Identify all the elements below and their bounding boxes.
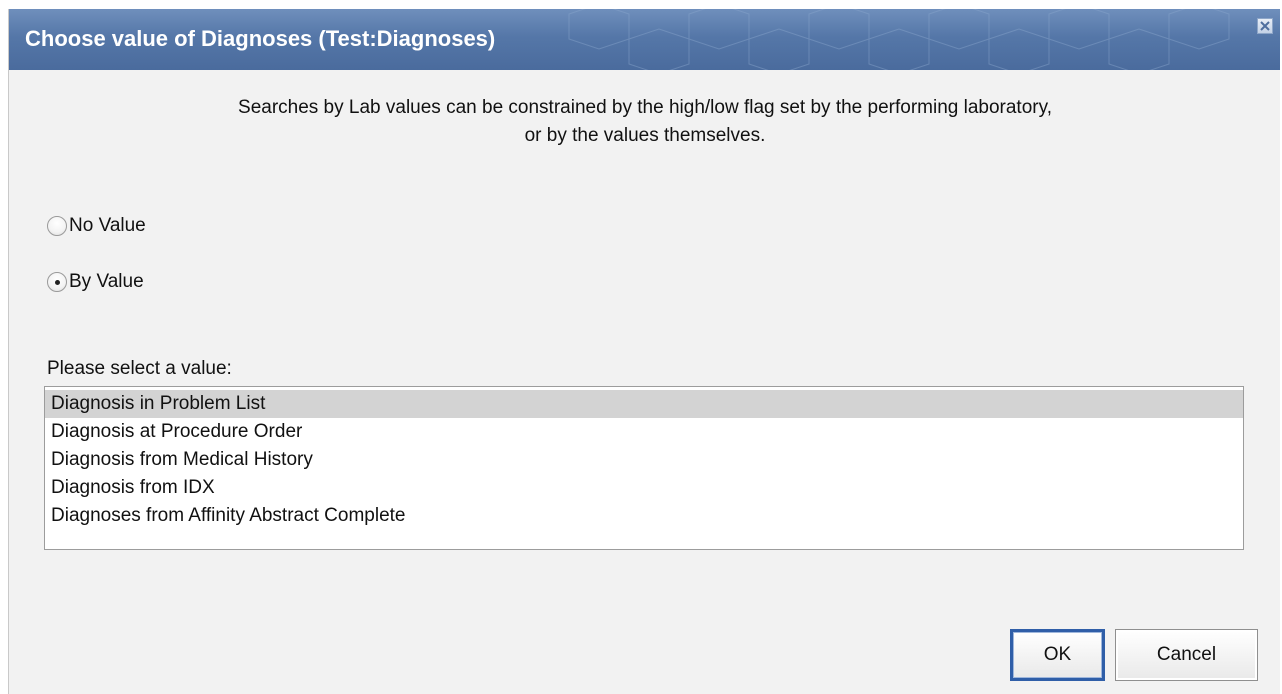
by-value-label: By Value [69, 271, 144, 292]
no-value-option[interactable]: No Value [47, 215, 146, 237]
select-value-label: Please select a value: [47, 358, 232, 379]
by-value-radio[interactable] [47, 272, 67, 292]
list-item[interactable]: Diagnosis at Procedure Order [45, 418, 1243, 446]
value-listbox[interactable]: Diagnosis in Problem List Diagnosis at P… [44, 386, 1244, 550]
by-value-option[interactable]: By Value [47, 271, 144, 293]
dialog-description: Searches by Lab values can be constraine… [9, 94, 1280, 150]
description-line-1: Searches by Lab values can be constraine… [238, 97, 1052, 118]
list-item[interactable]: Diagnoses from Affinity Abstract Complet… [45, 502, 1243, 530]
cancel-button[interactable]: Cancel [1115, 629, 1258, 681]
no-value-radio[interactable] [47, 216, 67, 236]
list-item[interactable]: Diagnosis in Problem List [45, 390, 1243, 418]
close-icon [1260, 21, 1270, 31]
dialog-titlebar[interactable]: Choose value of Diagnoses (Test:Diagnose… [9, 9, 1280, 70]
list-item[interactable]: Diagnosis from Medical History [45, 446, 1243, 474]
radio-selected-dot [55, 280, 60, 285]
list-item[interactable]: Diagnosis from IDX [45, 474, 1243, 502]
no-value-label: No Value [69, 215, 146, 236]
description-line-2: or by the values themselves. [524, 125, 766, 146]
close-button[interactable] [1257, 18, 1273, 34]
choose-value-dialog: Choose value of Diagnoses (Test:Diagnose… [8, 9, 1280, 694]
dialog-title: Choose value of Diagnoses (Test:Diagnose… [25, 26, 496, 51]
ok-button[interactable]: OK [1010, 629, 1105, 681]
